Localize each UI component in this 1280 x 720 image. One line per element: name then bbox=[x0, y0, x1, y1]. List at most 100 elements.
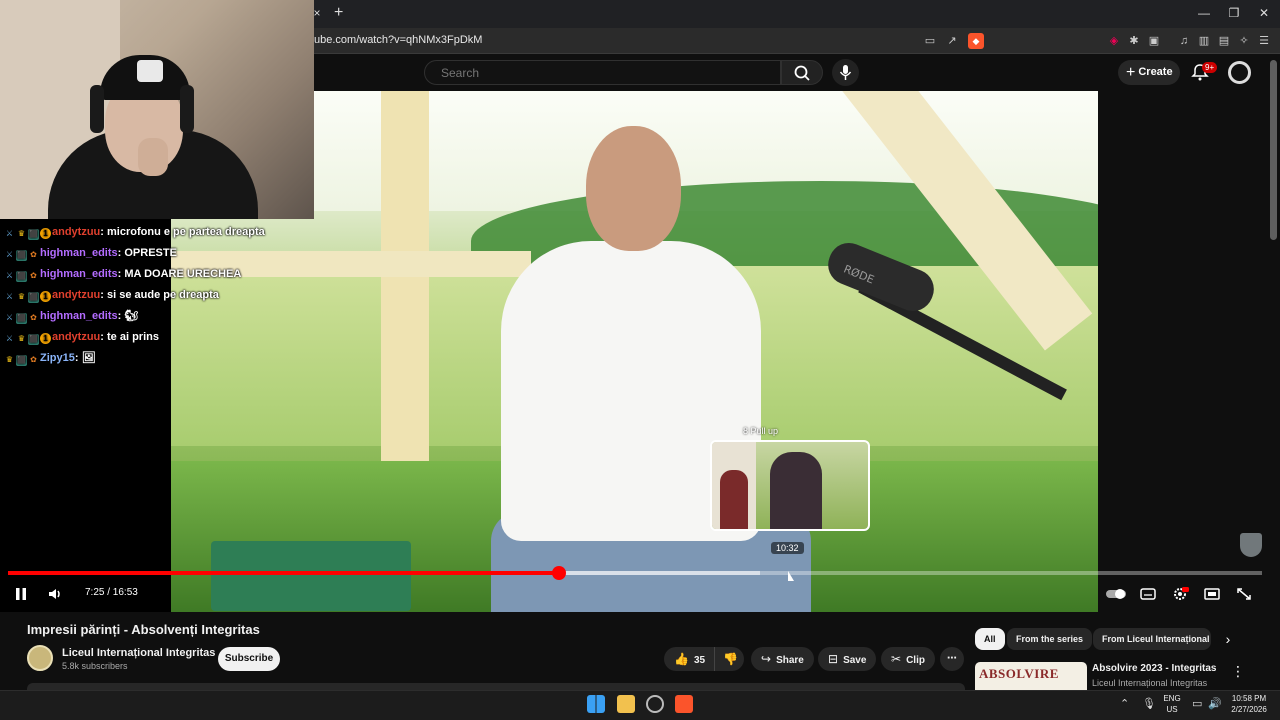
chat-text: 🐿 bbox=[124, 310, 139, 322]
channel-watermark-icon[interactable] bbox=[1240, 533, 1262, 557]
autoplay-toggle[interactable] bbox=[1105, 585, 1127, 603]
input-region[interactable]: US bbox=[1160, 705, 1184, 714]
tier-badge-icon: ⬛ bbox=[28, 334, 39, 345]
pet-badge-icon: ✿ bbox=[30, 355, 37, 364]
mouse-cursor bbox=[788, 571, 794, 581]
search-button[interactable] bbox=[781, 60, 823, 85]
wallet-icon[interactable]: ▤ bbox=[1216, 33, 1232, 49]
microphone-icon bbox=[839, 65, 852, 80]
number-badge-icon: 1 bbox=[40, 291, 51, 302]
video-person-head bbox=[586, 126, 681, 251]
page-scrollbar[interactable] bbox=[1270, 60, 1277, 240]
recommendation-thumbnail[interactable]: ABSOLVIRE bbox=[975, 662, 1087, 690]
captions-button[interactable] bbox=[1138, 585, 1158, 603]
recommendation-title[interactable]: Absolvire 2023 - Integritas bbox=[1092, 663, 1217, 674]
chat-username[interactable]: Zipy15 bbox=[40, 352, 75, 364]
more-vertical-icon[interactable]: ⋮ bbox=[1228, 662, 1248, 680]
pause-icon bbox=[16, 588, 26, 600]
obs-icon[interactable] bbox=[646, 695, 664, 713]
preview-person-2 bbox=[770, 452, 822, 529]
share-icon: ↪ bbox=[761, 652, 772, 666]
chat-message: ⚔ ⬛ ✿ highman_edits: OPRESTE bbox=[4, 245, 304, 266]
miniplayer-button[interactable] bbox=[1202, 585, 1222, 603]
recommendation-channel[interactable]: Liceul Internațional Integritas bbox=[1092, 678, 1207, 688]
like-button[interactable]: 👍 35 bbox=[664, 647, 714, 671]
volume-button[interactable] bbox=[45, 585, 65, 603]
chat-message: ⚔ ♛ ⬛ 1 andytzuu: te ai prins bbox=[4, 329, 304, 350]
clock-time[interactable]: 10:58 PM bbox=[1224, 694, 1274, 703]
fullscreen-button[interactable] bbox=[1234, 585, 1254, 603]
sidebar-icon[interactable]: ▥ bbox=[1196, 33, 1212, 49]
new-tab-button[interactable]: + bbox=[334, 4, 350, 22]
chat-username[interactable]: andytzuu bbox=[52, 289, 100, 301]
hover-chapter-title: 8 Pull up bbox=[743, 426, 779, 436]
more-actions-button[interactable]: ⋯ bbox=[940, 647, 964, 671]
restore-button[interactable]: ❐ bbox=[1224, 6, 1244, 20]
chip-from-series[interactable]: From the series bbox=[1007, 628, 1093, 650]
rewards-icon[interactable]: ◈ bbox=[1106, 33, 1122, 49]
search-input[interactable] bbox=[424, 60, 781, 85]
file-explorer-icon[interactable] bbox=[617, 695, 635, 713]
chip-from-channel[interactable]: From Liceul Internațional bbox=[1093, 628, 1211, 650]
pause-button[interactable] bbox=[11, 585, 31, 603]
progress-scrubber[interactable] bbox=[551, 566, 566, 580]
chat-username[interactable]: highman_edits bbox=[40, 247, 118, 259]
share-button[interactable]: ↪ Share bbox=[751, 647, 814, 671]
extensions-icon[interactable]: ✱ bbox=[1126, 33, 1142, 49]
tab-groups-icon[interactable]: ▣ bbox=[1146, 33, 1162, 49]
number-badge-icon: 1 bbox=[40, 228, 51, 239]
minimize-button[interactable]: — bbox=[1194, 6, 1214, 20]
save-button[interactable]: ⊟ Save bbox=[818, 647, 877, 671]
chevron-right-icon[interactable]: › bbox=[1218, 630, 1238, 648]
number-badge-icon: 1 bbox=[40, 333, 51, 344]
thumbs-up-icon: 👍 bbox=[674, 652, 689, 666]
tier-badge-icon: ⬛ bbox=[16, 271, 27, 282]
windows-start-icon[interactable] bbox=[587, 695, 605, 713]
dislike-button[interactable]: 👎 bbox=[714, 647, 744, 671]
chat-username[interactable]: andytzuu bbox=[52, 226, 100, 238]
chat-message: ⚔ ♛ ⬛ 1 andytzuu: microfonu e pe partea drea… bbox=[4, 224, 304, 245]
leo-ai-icon[interactable]: ✧ bbox=[1236, 33, 1252, 49]
clock-date[interactable]: 2/27/2026 bbox=[1224, 705, 1274, 714]
search-icon bbox=[794, 65, 810, 81]
close-window-button[interactable]: ✕ bbox=[1254, 6, 1274, 20]
recommendation-thumb-text: ABSOLVIRE bbox=[979, 666, 1059, 681]
share-page-icon[interactable]: ↗ bbox=[944, 33, 960, 49]
captions-icon bbox=[1140, 588, 1156, 600]
volume-tray-icon[interactable]: 🔊 bbox=[1208, 697, 1222, 710]
gear-icon bbox=[1174, 587, 1189, 600]
brave-browser-icon[interactable] bbox=[675, 695, 693, 713]
create-button[interactable]: + Create bbox=[1118, 60, 1180, 85]
chat-text: microfonu e pe partea dreapta bbox=[107, 226, 265, 238]
webcam-headset-right bbox=[180, 85, 194, 133]
settings-button[interactable] bbox=[1170, 585, 1190, 603]
chat-separator: : bbox=[74, 352, 82, 364]
brave-shields-icon[interactable]: ◆ bbox=[968, 33, 984, 49]
subscribe-button[interactable]: Subscribe bbox=[218, 647, 280, 671]
chat-username[interactable]: highman_edits bbox=[40, 310, 118, 322]
url-text[interactable]: ube.com/watch?v=qhNMx3FpDkM bbox=[314, 34, 482, 46]
subscriber-count: 5.8k subscribers bbox=[62, 661, 128, 671]
tier-badge-icon: ⬛ bbox=[16, 250, 27, 261]
chat-username[interactable]: highman_edits bbox=[40, 268, 118, 280]
network-icon[interactable]: ▭ bbox=[1192, 697, 1202, 710]
account-avatar[interactable] bbox=[1228, 61, 1251, 84]
channel-name[interactable]: Liceul Internațional Integritas bbox=[62, 647, 215, 659]
channel-avatar[interactable] bbox=[27, 645, 53, 671]
chat-separator: : bbox=[100, 331, 108, 343]
streamer-webcam bbox=[0, 0, 314, 219]
webcam-headset-left bbox=[90, 85, 104, 133]
tray-overflow-icon[interactable]: ⌃ bbox=[1120, 697, 1129, 710]
input-language[interactable]: ENG bbox=[1160, 694, 1184, 703]
stream-chat: ⚔ ♛ ⬛ 1 andytzuu: microfonu e pe partea drea… bbox=[4, 224, 304, 371]
voice-search-button[interactable] bbox=[832, 59, 859, 86]
cast-icon[interactable]: ▭ bbox=[922, 33, 938, 49]
crown-badge-icon: ♛ bbox=[17, 292, 26, 301]
chip-all[interactable]: All bbox=[975, 628, 1005, 650]
media-icon[interactable]: ♫ bbox=[1176, 33, 1192, 49]
sword-badge-icon: ⚔ bbox=[5, 250, 14, 259]
chat-username[interactable]: andytzuu bbox=[52, 331, 100, 343]
tray-mic-icon[interactable]: 🎙 bbox=[1142, 697, 1156, 710]
clip-button[interactable]: ✂ Clip bbox=[881, 647, 935, 671]
menu-icon[interactable]: ☰ bbox=[1256, 33, 1272, 49]
